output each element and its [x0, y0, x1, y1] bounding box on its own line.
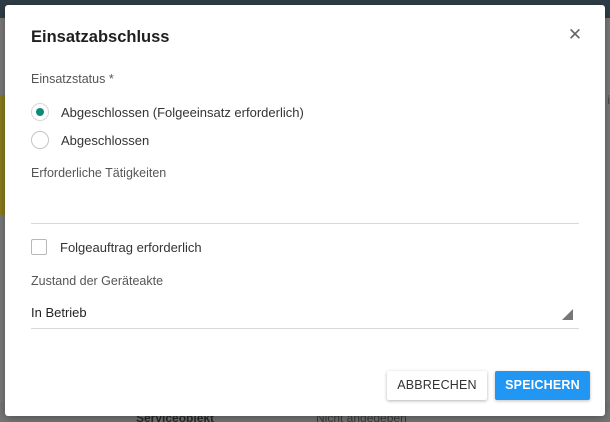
status-option-label: Abgeschlossen — [61, 132, 150, 148]
status-option-completed[interactable]: Abgeschlossen — [31, 130, 149, 150]
close-icon[interactable]: ✕ — [565, 25, 585, 45]
activities-label: Erforderliche Tätigkeiten — [31, 166, 167, 180]
follow-up-checkbox[interactable] — [31, 239, 47, 255]
activities-input[interactable] — [31, 223, 579, 224]
device-state-label: Zustand der Geräteakte — [31, 274, 164, 288]
dialog-title: Einsatzabschluss — [31, 28, 170, 46]
status-option-followup[interactable]: Abgeschlossen (Folgeeinsatz erforderlich… — [31, 102, 304, 122]
dropdown-arrow-icon — [562, 309, 573, 320]
status-option-label: Abgeschlossen (Folgeeinsatz erforderlich… — [61, 104, 304, 120]
radio-button[interactable] — [31, 131, 49, 149]
cancel-button[interactable]: ABBRECHEN — [387, 371, 487, 400]
completion-dialog: Einsatzabschluss ✕ Einsatzstatus * Abges… — [5, 5, 605, 416]
save-button[interactable]: SPEICHERN — [495, 371, 590, 400]
follow-up-order-option[interactable]: Folgeauftrag erforderlich — [31, 238, 202, 256]
device-state-value: In Betrieb — [31, 305, 87, 320]
radio-button-checked[interactable] — [31, 103, 49, 121]
status-label: Einsatzstatus * — [31, 72, 114, 86]
device-state-select[interactable]: In Betrieb — [31, 302, 579, 324]
device-state-underline — [31, 328, 579, 329]
follow-up-label: Folgeauftrag erforderlich — [60, 239, 202, 255]
